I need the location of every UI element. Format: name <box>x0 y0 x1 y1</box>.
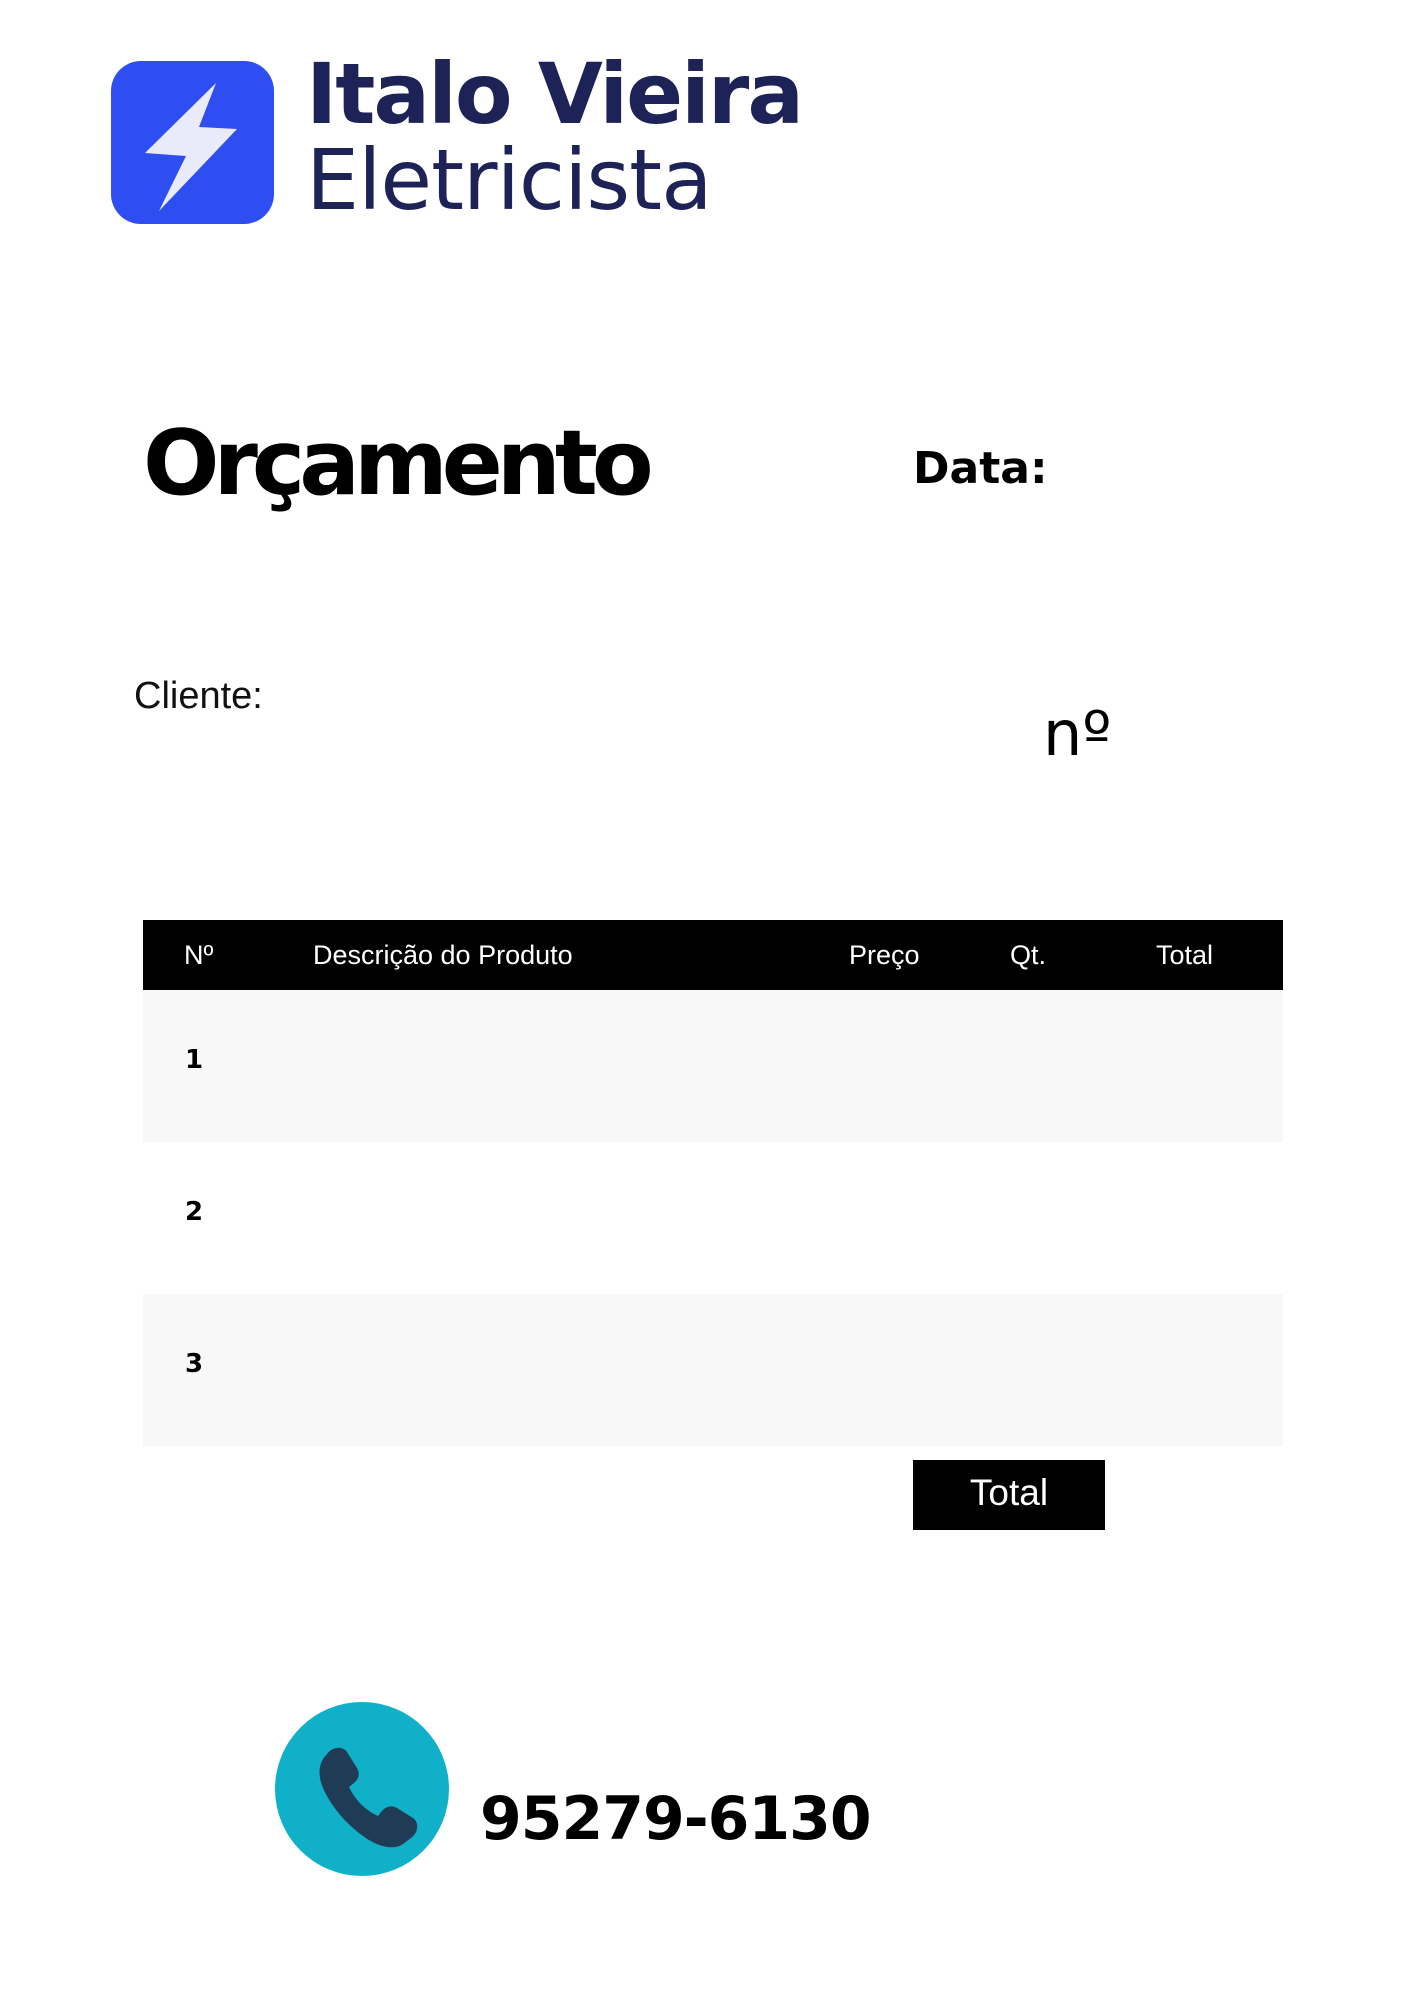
table-row: 2 <box>143 1142 1283 1294</box>
document-title: Orçamento <box>143 411 654 516</box>
row-number: 1 <box>185 1045 204 1075</box>
row-number: 3 <box>185 1349 204 1379</box>
table-header: Nº Descrição do Produto Preço Qt. Total <box>143 920 1283 990</box>
phone-icon <box>319 1747 418 1848</box>
column-header-description: Descrição do Produto <box>313 940 573 970</box>
table-row: 3 <box>143 1294 1283 1446</box>
phone-badge <box>275 1702 449 1876</box>
column-header-number: Nº <box>184 940 214 970</box>
brand-name: Italo Vieira <box>306 45 804 143</box>
brand-subtitle: Eletricista <box>306 131 713 229</box>
total-label: Total <box>913 1460 1105 1530</box>
table-row: 1 <box>143 990 1283 1142</box>
items-table: Nº Descrição do Produto Preço Qt. Total … <box>143 920 1283 1446</box>
brand-logo <box>111 61 274 224</box>
quote-number-label: nº <box>1043 697 1112 770</box>
column-header-total: Total <box>1156 940 1214 970</box>
lightning-bolt-icon <box>145 83 237 211</box>
date-label: Data: <box>913 443 1048 494</box>
row-number: 2 <box>185 1197 204 1227</box>
phone-number: 95279-6130 <box>480 1784 872 1854</box>
column-header-price: Preço <box>849 940 920 970</box>
column-header-quantity: Qt. <box>1010 940 1047 970</box>
client-label: Cliente: <box>134 675 263 717</box>
